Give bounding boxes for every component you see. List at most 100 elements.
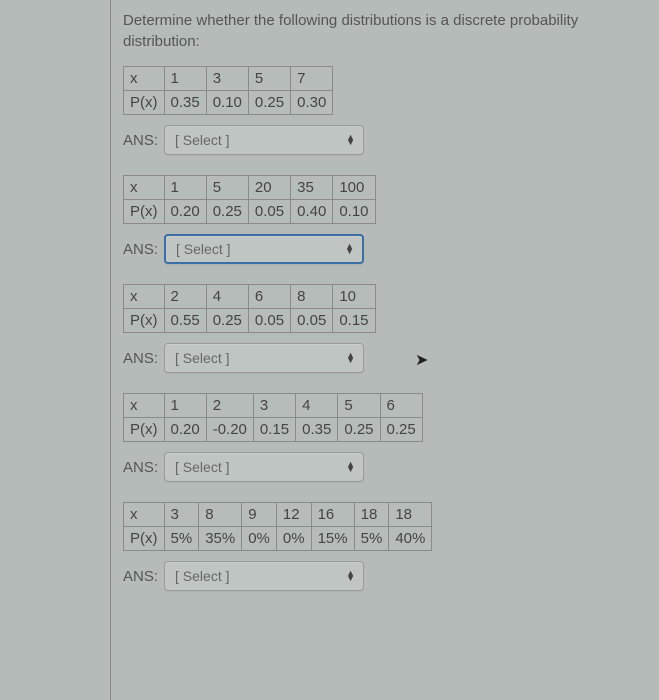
px-cell: 35% <box>199 527 242 551</box>
x-cell: 5 <box>338 394 380 418</box>
answer-select[interactable]: [ Select ] ▲▼ <box>164 561 364 591</box>
px-cell: 0% <box>276 527 311 551</box>
x-cell: 6 <box>380 394 422 418</box>
x-cell: 4 <box>296 394 338 418</box>
x-cell: 3 <box>164 503 199 527</box>
x-cell: 6 <box>248 285 290 309</box>
px-cell: 5% <box>354 527 389 551</box>
row-label-x: x <box>124 394 165 418</box>
x-cell: 1 <box>164 176 206 200</box>
px-cell: 40% <box>389 527 432 551</box>
select-placeholder: [ Select ] <box>176 241 230 257</box>
row-label-x: x <box>124 176 165 200</box>
x-cell: 8 <box>199 503 242 527</box>
x-cell: 10 <box>333 285 375 309</box>
px-cell: 0.25 <box>380 418 422 442</box>
distribution-block: x246810P(x)0.550.250.050.050.15ANS:[ Sel… <box>123 284 639 373</box>
px-cell: 0.55 <box>164 309 206 333</box>
px-cell: 5% <box>164 527 199 551</box>
answer-select[interactable]: [ Select ] ▲▼ <box>164 452 364 482</box>
distribution-block: x38912161818P(x)5%35%0%0%15%5%40%ANS:[ S… <box>123 502 639 591</box>
distribution-block: x123456P(x)0.20-0.200.150.350.250.25ANS:… <box>123 393 639 482</box>
px-cell: 0.30 <box>291 91 333 115</box>
px-cell: 0.10 <box>333 200 375 224</box>
distribution-table: x123456P(x)0.20-0.200.150.350.250.25 <box>123 393 423 442</box>
answer-row: ANS: [ Select ] ▲▼ <box>123 234 639 264</box>
select-placeholder: [ Select ] <box>175 568 229 584</box>
x-cell: 35 <box>291 176 333 200</box>
chevron-updown-icon: ▲▼ <box>346 462 355 472</box>
answer-label: ANS: <box>123 241 158 258</box>
x-cell: 20 <box>248 176 290 200</box>
answer-label: ANS: <box>123 132 158 149</box>
answer-select[interactable]: [ Select ] ▲▼ <box>164 125 364 155</box>
select-placeholder: [ Select ] <box>175 350 229 366</box>
row-label-x: x <box>124 67 165 91</box>
px-cell: 0.25 <box>338 418 380 442</box>
px-cell: 0.25 <box>206 200 248 224</box>
row-label-x: x <box>124 503 165 527</box>
questions-container: x1357P(x)0.350.100.250.30ANS:[ Select ]▲… <box>123 66 639 591</box>
px-cell: 0.25 <box>248 91 290 115</box>
distribution-table: x152035100 P(x)0.200.250.050.400.10 <box>123 175 376 224</box>
px-cell: 15% <box>311 527 354 551</box>
row-label-px: P(x) <box>124 91 165 115</box>
distribution-table: x38912161818P(x)5%35%0%0%15%5%40% <box>123 502 432 551</box>
x-cell: 1 <box>164 67 206 91</box>
x-cell: 12 <box>276 503 311 527</box>
x-cell: 4 <box>206 285 248 309</box>
chevron-updown-icon: ▲▼ <box>346 353 355 363</box>
px-cell: 0.20 <box>164 200 206 224</box>
x-cell: 8 <box>291 285 333 309</box>
distribution-block: x152035100 P(x)0.200.250.050.400.10 ANS: [ … <box>123 175 639 264</box>
row-label-px: P(x) <box>124 309 165 333</box>
x-cell: 2 <box>164 285 206 309</box>
answer-row: ANS: [ Select ] ▲▼ <box>123 561 639 591</box>
px-cell: 0.10 <box>206 91 248 115</box>
px-cell: 0.35 <box>296 418 338 442</box>
x-cell: 1 <box>164 394 206 418</box>
answer-row: ANS: [ Select ] ▲▼ <box>123 452 639 482</box>
px-cell: 0.05 <box>248 309 290 333</box>
row-label-x: x <box>124 285 165 309</box>
x-cell: 7 <box>291 67 333 91</box>
x-cell: 5 <box>206 176 248 200</box>
px-cell: -0.20 <box>206 418 253 442</box>
x-cell: 100 <box>333 176 375 200</box>
x-cell: 16 <box>311 503 354 527</box>
chevron-updown-icon: ▲▼ <box>346 135 355 145</box>
answer-select[interactable]: [ Select ] ▲▼ <box>164 234 364 264</box>
distribution-block: x1357P(x)0.350.100.250.30ANS:[ Select ]▲… <box>123 66 639 155</box>
px-cell: 0.25 <box>206 309 248 333</box>
x-cell: 18 <box>389 503 432 527</box>
px-cell: 0.40 <box>291 200 333 224</box>
select-placeholder: [ Select ] <box>175 132 229 148</box>
answer-select[interactable]: [ Select ] ▲▼ <box>164 343 364 373</box>
answer-row: ANS: [ Select ] ▲▼ <box>123 125 639 155</box>
px-cell: 0% <box>242 527 277 551</box>
px-cell: 0.15 <box>333 309 375 333</box>
px-cell: 0.05 <box>291 309 333 333</box>
chevron-updown-icon: ▲▼ <box>346 571 355 581</box>
px-cell: 0.35 <box>164 91 206 115</box>
answer-row: ANS: [ Select ] ▲▼ <box>123 343 639 373</box>
px-cell: 0.15 <box>253 418 295 442</box>
distribution-table: x246810P(x)0.550.250.050.050.15 <box>123 284 376 333</box>
x-cell: 3 <box>206 67 248 91</box>
row-label-px: P(x) <box>124 200 165 224</box>
answer-label: ANS: <box>123 350 158 367</box>
row-label-px: P(x) <box>124 418 165 442</box>
select-placeholder: [ Select ] <box>175 459 229 475</box>
answer-label: ANS: <box>123 568 158 585</box>
chevron-updown-icon: ▲▼ <box>345 244 354 254</box>
answer-label: ANS: <box>123 459 158 476</box>
px-cell: 0.05 <box>248 200 290 224</box>
x-cell: 9 <box>242 503 277 527</box>
question-prompt: Determine whether the following distribu… <box>123 10 639 52</box>
distribution-table: x1357P(x)0.350.100.250.30 <box>123 66 333 115</box>
x-cell: 3 <box>253 394 295 418</box>
row-label-px: P(x) <box>124 527 165 551</box>
px-cell: 0.20 <box>164 418 206 442</box>
x-cell: 2 <box>206 394 253 418</box>
question-page: Determine whether the following distribu… <box>110 0 659 700</box>
